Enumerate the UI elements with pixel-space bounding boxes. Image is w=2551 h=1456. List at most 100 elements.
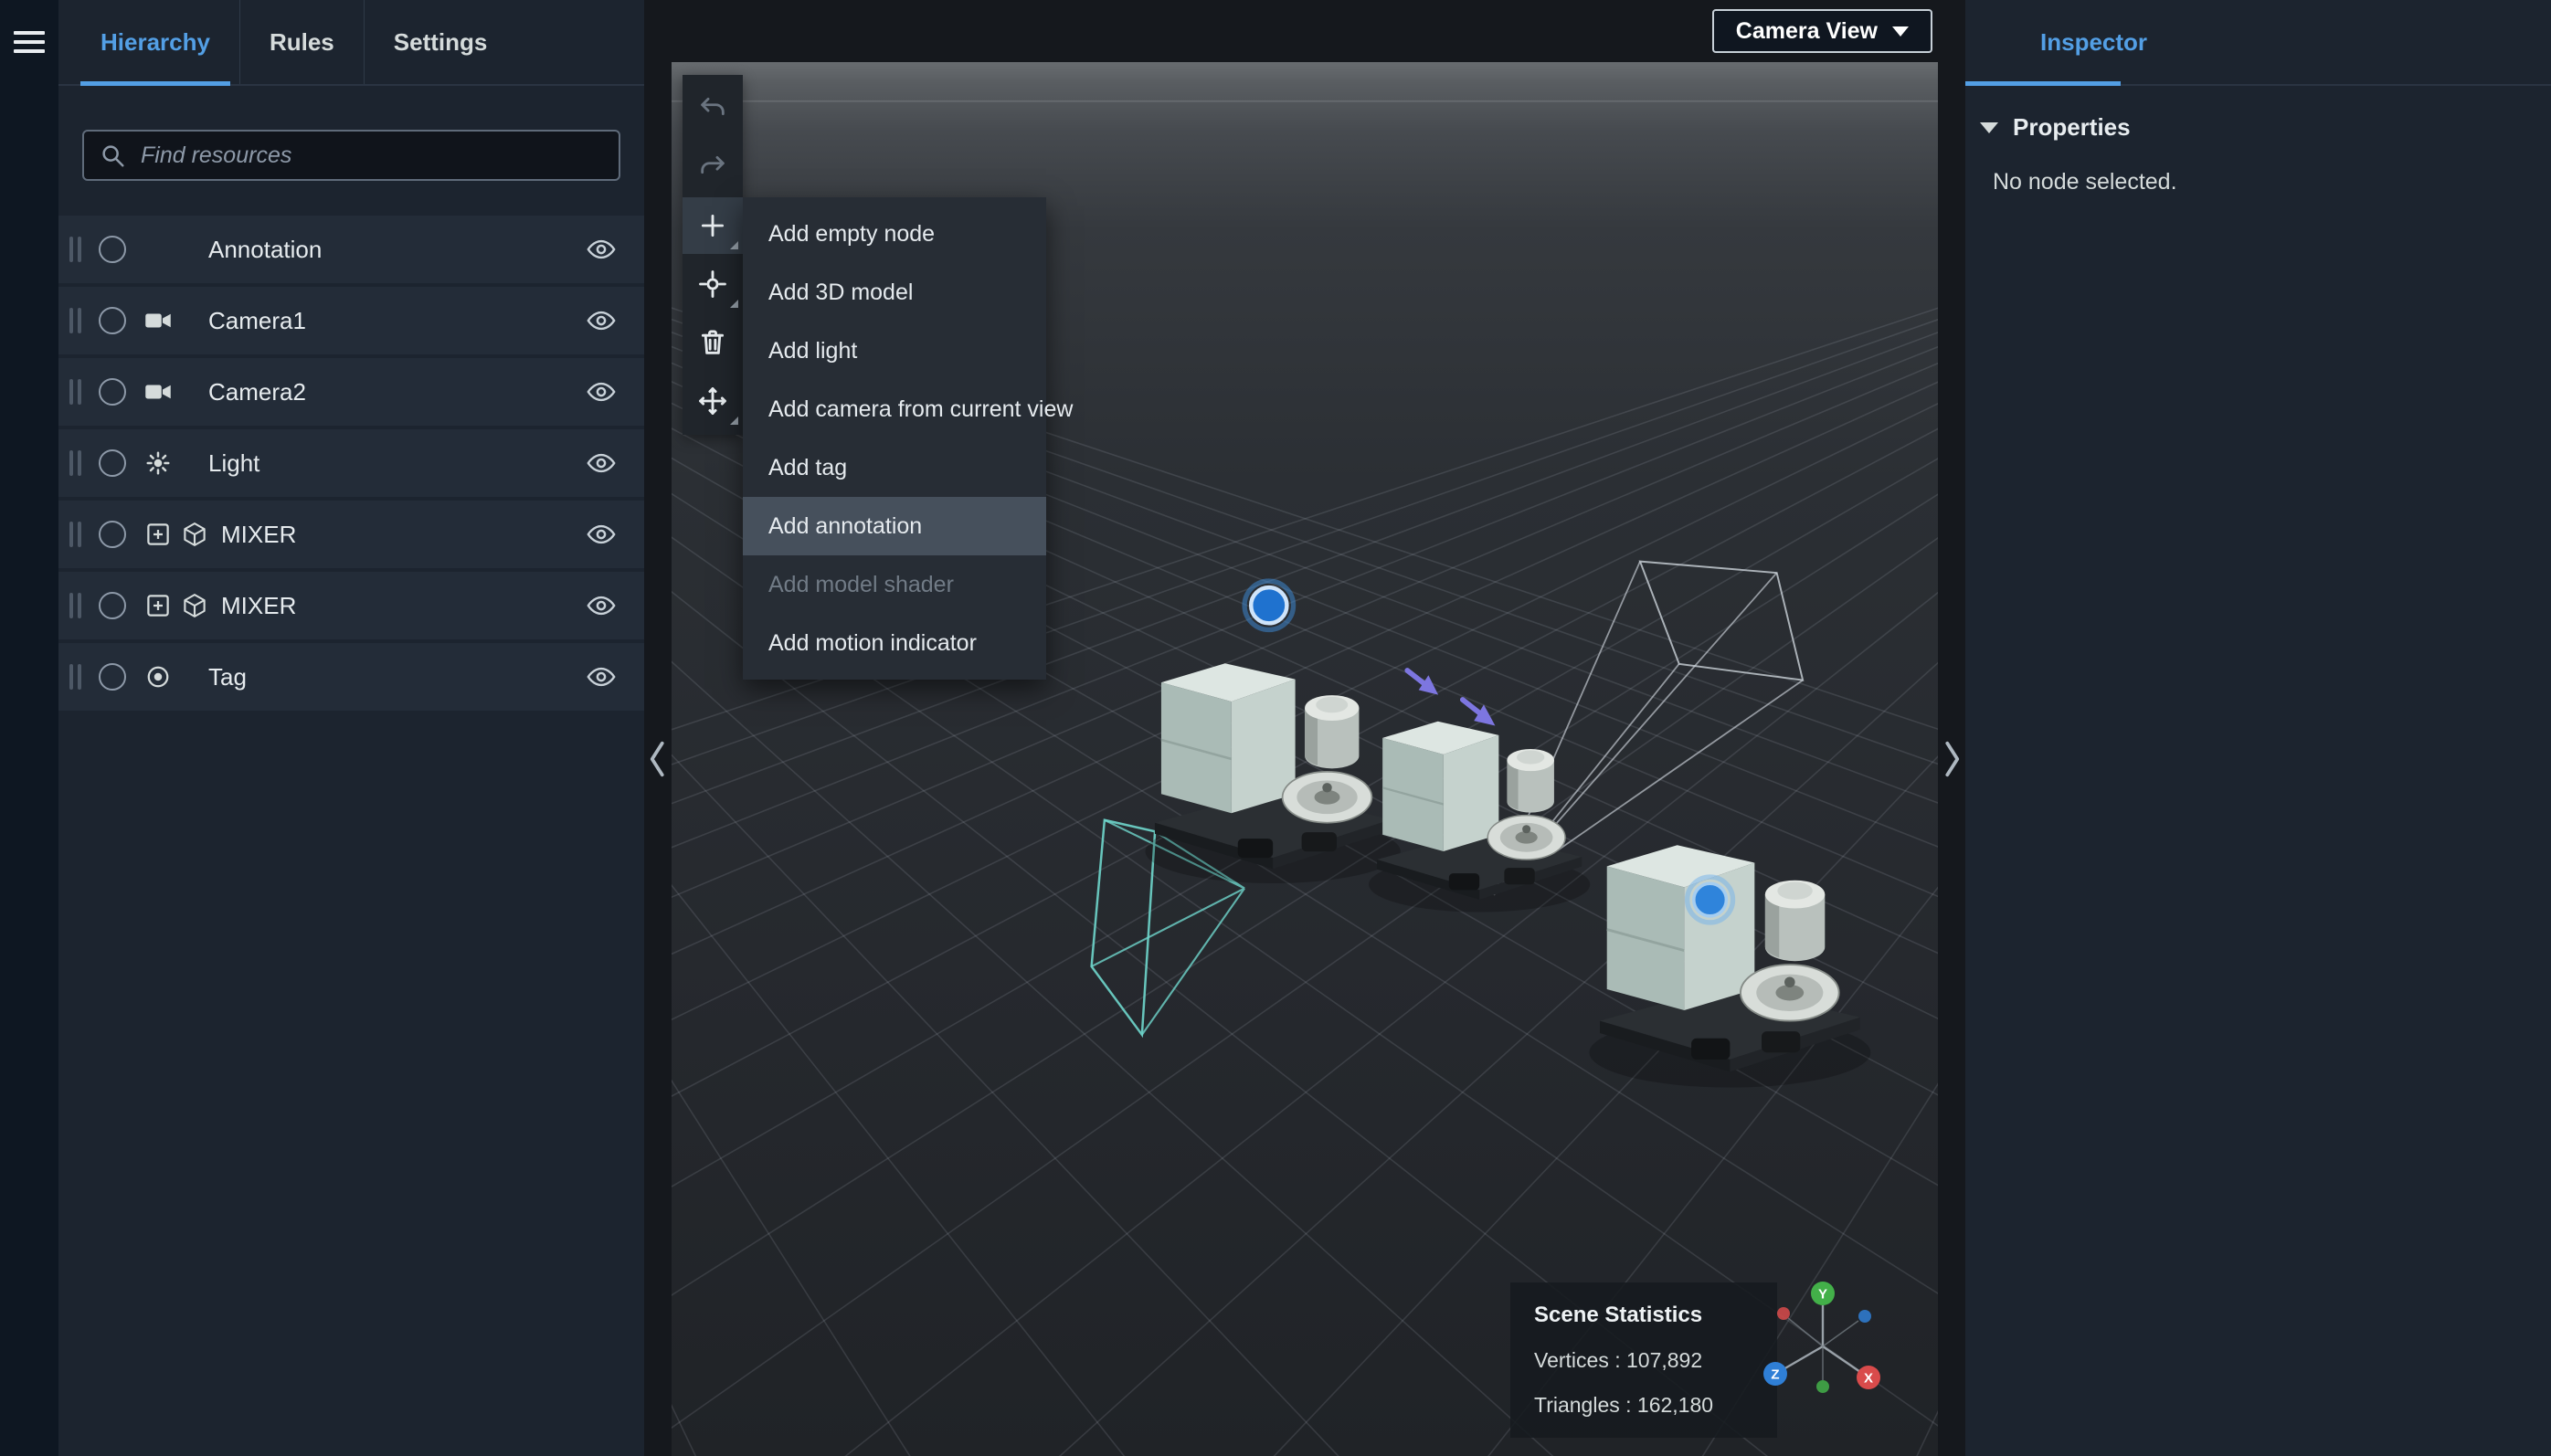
menu-item-add-light[interactable]: Add light: [743, 322, 1046, 380]
tree-item-label: Annotation: [208, 235, 323, 263]
drag-handle-icon[interactable]: [69, 237, 84, 262]
tree-item-label: MIXER: [221, 591, 297, 619]
tree-row[interactable]: Camera1: [58, 287, 644, 354]
cube-icon: [184, 594, 206, 617]
video-camera-icon: [145, 385, 171, 399]
scene-toolbar: [683, 75, 743, 435]
transform-icon: [699, 270, 726, 298]
collapse-left-panel-button[interactable]: [644, 62, 672, 1456]
tree-row[interactable]: Tag: [58, 643, 644, 711]
sidebar-tabs: Hierarchy Rules Settings: [58, 0, 644, 86]
item-icons: [144, 378, 196, 406]
tree-row[interactable]: Annotation: [58, 216, 644, 283]
eye-icon[interactable]: [586, 661, 617, 692]
no-selection-message: No node selected.: [1993, 169, 2177, 195]
menu-item-add-3d-model[interactable]: Add 3D model: [743, 263, 1046, 322]
drag-handle-icon[interactable]: [69, 664, 84, 690]
drag-handle-icon[interactable]: [69, 522, 84, 547]
selection-radio[interactable]: [99, 592, 126, 619]
menu-item-add-tag[interactable]: Add tag: [743, 438, 1046, 497]
hamburger-icon: [14, 31, 45, 53]
flyout-corner-icon: [730, 417, 738, 425]
axis-neg-y-dot[interactable]: [1816, 1380, 1829, 1393]
eye-icon[interactable]: [586, 590, 617, 621]
viewport-row: Add empty node Add 3D model Add light Add c…: [644, 62, 1965, 1456]
flyout-corner-icon: [730, 300, 738, 308]
eye-icon[interactable]: [586, 376, 617, 407]
item-icons: [144, 449, 196, 477]
undo-button[interactable]: [683, 80, 743, 137]
menu-item-add-annotation[interactable]: Add annotation: [743, 497, 1046, 555]
inspector-title-wrap: Inspector: [1965, 0, 2147, 86]
main-area: Camera View Add empty node Add 3D model …: [644, 0, 1965, 1456]
menu-item-add-empty-node[interactable]: Add empty node: [743, 205, 1046, 263]
search-area: [58, 86, 644, 216]
axis-x-label: X: [1864, 1371, 1873, 1387]
tree-item-label: Camera2: [208, 377, 306, 406]
component-icon: [147, 595, 169, 617]
tab-rules[interactable]: Rules: [238, 0, 364, 84]
axis-neg-z-dot[interactable]: [1858, 1310, 1871, 1323]
item-icons: [144, 663, 196, 691]
selection-radio[interactable]: [99, 663, 126, 691]
menu-item-add-camera-from-current-view[interactable]: Add camera from current view: [743, 380, 1073, 438]
axis-y-label: Y: [1818, 1287, 1827, 1303]
search-box[interactable]: [82, 130, 620, 181]
annotation-marker[interactable]: [1242, 578, 1297, 633]
item-icons: [144, 307, 196, 334]
item-icons: [144, 521, 208, 548]
drag-handle-icon[interactable]: [69, 308, 84, 333]
tab-settings[interactable]: Settings: [363, 0, 517, 84]
menu-item-add-motion-indicator[interactable]: Add motion indicator: [743, 614, 1046, 672]
drag-handle-icon[interactable]: [69, 450, 84, 476]
hamburger-menu-button[interactable]: [8, 20, 50, 64]
left-rail: [0, 0, 58, 1456]
selection-radio[interactable]: [99, 236, 126, 263]
tree-row[interactable]: MIXER: [58, 501, 644, 568]
eye-icon[interactable]: [586, 305, 617, 336]
eye-icon[interactable]: [586, 448, 617, 479]
move-icon: [699, 387, 726, 415]
scene-viewport: Add empty node Add 3D model Add light Add c…: [672, 62, 1938, 1456]
transform-button[interactable]: [683, 256, 743, 312]
camera-view-button[interactable]: Camera View: [1711, 9, 1932, 53]
scene-statistics-title: Scene Statistics: [1534, 1303, 1703, 1327]
tree-row[interactable]: Camera2: [58, 358, 644, 426]
redo-button[interactable]: [683, 139, 743, 195]
drag-handle-icon[interactable]: [69, 379, 84, 405]
tree-row[interactable]: MIXER: [58, 572, 644, 639]
selection-radio[interactable]: [99, 307, 126, 334]
selection-radio[interactable]: [99, 449, 126, 477]
axis-gizmo[interactable]: Y X Z: [1731, 1266, 1914, 1427]
search-input[interactable]: [139, 141, 604, 170]
tag-icon: [147, 666, 169, 688]
cube-icon: [184, 522, 206, 546]
drag-handle-icon[interactable]: [69, 593, 84, 618]
component-icon: [147, 523, 169, 545]
selection-radio[interactable]: [99, 378, 126, 406]
axis-z-label: Z: [1771, 1367, 1779, 1383]
tree-item-label: Tag: [208, 662, 247, 691]
chevron-down-icon: [1892, 26, 1909, 37]
tree-row[interactable]: Light: [58, 429, 644, 497]
chevron-right-icon: [1945, 741, 1960, 777]
collapse-right-panel-button[interactable]: [1938, 62, 1965, 1456]
collapse-caret-icon: [1980, 121, 1998, 133]
add-button[interactable]: [683, 197, 743, 254]
move-button[interactable]: [683, 373, 743, 429]
undo-icon: [701, 97, 725, 116]
tag-marker[interactable]: [1684, 874, 1736, 925]
chevron-left-icon: [650, 741, 664, 777]
axis-neg-x-dot[interactable]: [1777, 1307, 1790, 1320]
delete-button[interactable]: [683, 314, 743, 371]
eye-icon[interactable]: [586, 234, 617, 265]
video-camera-icon: [145, 313, 171, 328]
tab-hierarchy[interactable]: Hierarchy: [71, 0, 239, 86]
search-icon: [102, 145, 124, 167]
vertices-count: Vertices : 107,892: [1534, 1348, 1703, 1372]
properties-section-header[interactable]: Properties: [1965, 86, 2551, 142]
hierarchy-panel: Hierarchy Rules Settings Annotation Camer…: [58, 0, 644, 1456]
eye-icon[interactable]: [586, 519, 617, 550]
delete-icon: [701, 330, 725, 354]
selection-radio[interactable]: [99, 521, 126, 548]
